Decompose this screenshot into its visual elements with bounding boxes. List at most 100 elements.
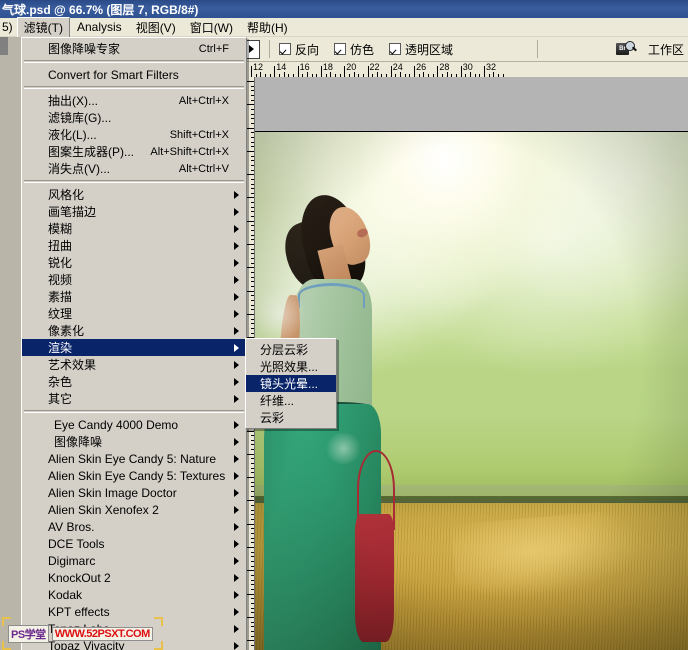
option-transparency[interactable]: 透明区域 <box>389 41 453 58</box>
filter-menu-item-4-5[interactable]: Alien Skin Xenofex 2 <box>22 501 246 518</box>
filter-menu-item-3-10[interactable]: 艺术效果 <box>22 356 246 373</box>
ruler-v-tick <box>251 468 254 469</box>
chevron-right-icon <box>234 607 239 616</box>
menubar-item-3[interactable]: 视图(V) <box>129 17 183 38</box>
menubar-item-5[interactable]: 帮助(H) <box>240 17 295 38</box>
ruler-v-tick <box>251 142 254 143</box>
render-submenu[interactable]: 分层云彩 光照效果... 镜头光晕... 纤维... 云彩 <box>245 338 337 429</box>
filter-menu-item-0-0[interactable]: 图像降噪专家 Ctrl+F <box>22 40 246 57</box>
checkbox-dither[interactable] <box>334 43 347 55</box>
menubar-item-0[interactable]: 5) <box>0 18 17 36</box>
menu-item-label: 渲染 <box>48 341 73 355</box>
filter-menu-item-4-7[interactable]: DCE Tools <box>22 535 246 552</box>
filter-menu-item-2-4[interactable]: 消失点(V)... Alt+Ctrl+V <box>22 160 246 177</box>
ruler-tick-major <box>390 66 392 77</box>
ruler-v-tick <box>251 319 254 320</box>
filter-menu-item-3-12[interactable]: 其它 <box>22 390 246 407</box>
filter-menu-item-3-4[interactable]: 锐化 <box>22 254 246 271</box>
filter-menu-item-2-0[interactable]: 抽出(X)... Alt+Ctrl+X <box>22 92 246 109</box>
menu-item-label: AV Bros. <box>48 519 95 534</box>
option-reverse[interactable]: 反向 <box>279 41 319 58</box>
checkbox-reverse[interactable] <box>279 43 291 55</box>
checkbox-transparency[interactable] <box>389 43 402 55</box>
options-divider-right <box>537 40 539 58</box>
filter-menu-item-4-0[interactable]: Eye Candy 4000 Demo <box>22 416 246 433</box>
option-dither[interactable]: 仿色 <box>334 41 374 58</box>
ruler-v-tick <box>251 482 254 483</box>
render-submenu-item-0[interactable]: 分层云彩 <box>246 341 336 358</box>
ruler-v-tick <box>251 528 254 529</box>
ruler-v-tick <box>251 263 254 264</box>
ruler-tick-major <box>460 66 462 77</box>
filter-menu-item-3-0[interactable]: 风格化 <box>22 186 246 203</box>
menu-item-label: 图像降噪 <box>54 435 103 449</box>
ruler-label: 14 <box>276 62 287 72</box>
filter-menu-item-3-2[interactable]: 模糊 <box>22 220 246 237</box>
ruler-v-tick <box>251 519 254 520</box>
menu-item-label: 滤镜库(G)... <box>48 111 112 125</box>
filter-menu-item-4-2[interactable]: Alien Skin Eye Candy 5: Nature <box>22 450 246 467</box>
filter-menu-item-4-6[interactable]: AV Bros. <box>22 518 246 535</box>
filter-menu-item-3-1[interactable]: 画笔描边 <box>22 203 246 220</box>
filter-menu-item-3-8[interactable]: 像素化 <box>22 322 246 339</box>
filter-menu-item-4-1[interactable]: 图像降噪 <box>22 433 246 450</box>
filter-menu-item-4-8[interactable]: Digimarc <box>22 552 246 569</box>
filter-menu-item-4-4[interactable]: Alien Skin Image Doctor <box>22 484 246 501</box>
ruler-tick-major <box>320 66 322 77</box>
chevron-right-icon <box>234 505 239 514</box>
filter-menu-item-4-3[interactable]: Alien Skin Eye Candy 5: Textures <box>22 467 246 484</box>
ruler-v-tick <box>251 533 254 534</box>
ruler-v-tick <box>251 328 254 329</box>
filter-menu-item-3-5[interactable]: 视频 <box>22 271 246 288</box>
menu-item-label: 风格化 <box>48 188 85 202</box>
menu-item-label: 纹理 <box>48 307 73 321</box>
filter-dropdown-menu[interactable]: 图像降噪专家 Ctrl+F Convert for Smart Filters 抽出(… <box>21 37 247 650</box>
filter-menu-item-4-10[interactable]: Kodak <box>22 586 246 603</box>
filter-menu-item-2-3[interactable]: 图案生成器(P)... Alt+Shift+Ctrl+X <box>22 143 246 160</box>
filter-menu-item-3-3[interactable]: 扭曲 <box>22 237 246 254</box>
chevron-right-icon <box>248 45 254 53</box>
ruler-v-tick <box>251 211 254 212</box>
chevron-right-icon <box>234 624 239 633</box>
ruler-tick-major <box>297 66 299 77</box>
render-submenu-item-3[interactable]: 纤维... <box>246 392 336 409</box>
render-submenu-item-1[interactable]: 光照效果... <box>246 358 336 375</box>
chevron-right-icon <box>234 360 239 369</box>
menu-separator <box>24 410 244 413</box>
filter-menu-item-3-6[interactable]: 素描 <box>22 288 246 305</box>
horizontal-ruler[interactable]: 12 14 16 18 20 22 24 26 28 30 32 <box>240 62 688 78</box>
ruler-v-tick <box>251 225 254 226</box>
chevron-right-icon <box>234 326 239 335</box>
ruler-v-tick <box>251 510 254 511</box>
menubar-item-2[interactable]: Analysis <box>70 18 129 36</box>
menubar-item-1[interactable]: 滤镜(T) <box>16 16 70 38</box>
chevron-right-icon <box>234 207 239 216</box>
ruler-v-tick <box>251 561 254 562</box>
filter-menu-item-4-9[interactable]: KnockOut 2 <box>22 569 246 586</box>
chevron-right-icon <box>234 641 239 650</box>
chevron-right-icon <box>234 437 239 446</box>
menu-item-label: Alien Skin Image Doctor <box>48 485 177 500</box>
filter-menu-item-3-7[interactable]: 纹理 <box>22 305 246 322</box>
left-tool-swatch <box>0 37 8 55</box>
chevron-right-icon <box>234 190 239 199</box>
render-submenu-item-2[interactable]: 镜头光晕... <box>246 375 336 392</box>
render-submenu-item-4[interactable]: 云彩 <box>246 409 336 426</box>
filter-menu-item-2-1[interactable]: 滤镜库(G)... <box>22 109 246 126</box>
menu-item-label: 艺术效果 <box>48 358 97 372</box>
menu-item-label: 云彩 <box>260 411 285 425</box>
ruler-v-tick <box>251 305 254 306</box>
filter-menu-item-3-11[interactable]: 杂色 <box>22 373 246 390</box>
filter-menu-item-2-2[interactable]: 液化(L)... Shift+Ctrl+X <box>22 126 246 143</box>
menubar-item-4[interactable]: 窗口(W) <box>183 17 240 38</box>
ruler-v-tick <box>251 258 254 259</box>
ruler-v-tick <box>251 160 254 161</box>
menu-item-label: KPT effects <box>48 604 110 619</box>
bridge-icon[interactable]: Br <box>615 40 636 58</box>
filter-menu-item-1-0[interactable]: Convert for Smart Filters <box>22 66 246 83</box>
filter-menu-item-3-9[interactable]: 渲染 <box>22 339 246 356</box>
ruler-label: 22 <box>369 62 380 72</box>
menu-item-label: Alien Skin Eye Candy 5: Textures <box>48 468 226 483</box>
workspace-button[interactable]: 工作区 <box>648 41 684 58</box>
filter-menu-item-4-11[interactable]: KPT effects <box>22 603 246 620</box>
